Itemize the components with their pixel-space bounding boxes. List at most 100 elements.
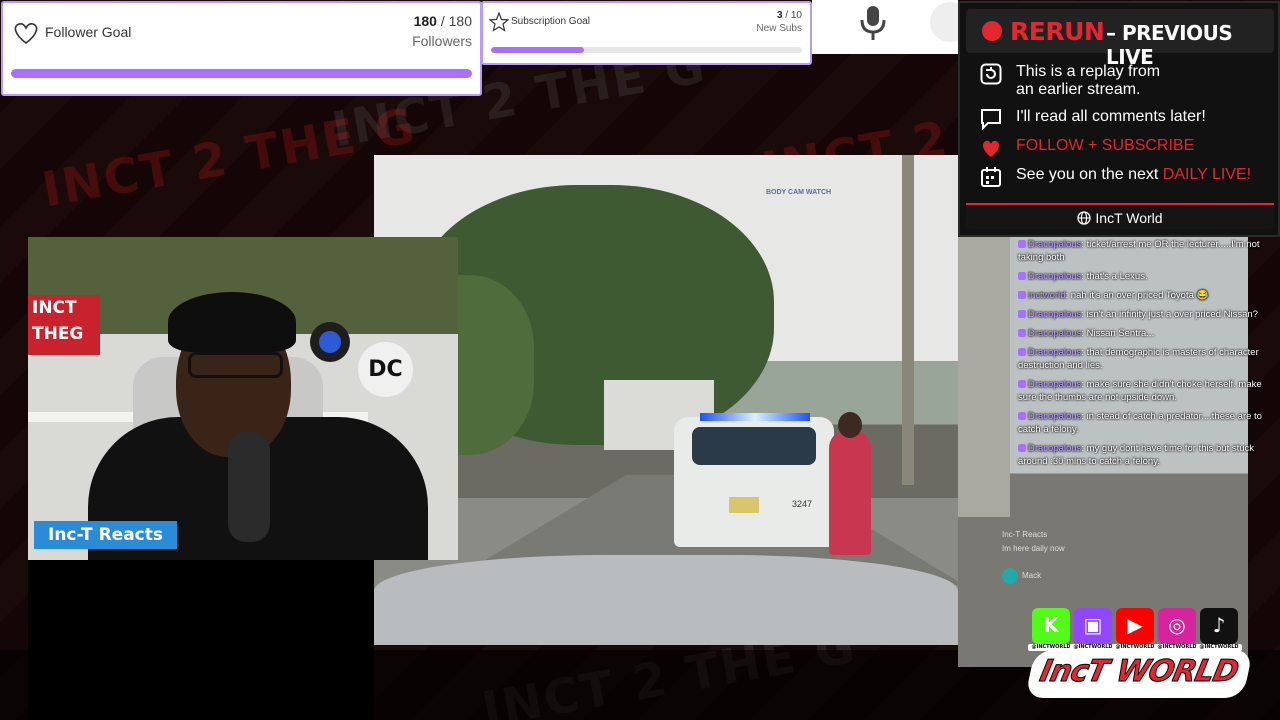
- chat-ghost-item: Mack: [1002, 568, 1122, 584]
- rerun-title: RERUN: [1010, 17, 1105, 46]
- chat-message: Dracopalous: isn't an infinity just a ov…: [1018, 308, 1280, 321]
- video-person: [829, 412, 871, 555]
- chat-message: Dracopalous: make sure she didn't choke …: [1018, 379, 1262, 403]
- subscription-goal-widget: Subscription Goal 3 / 10 New Subs: [481, 1, 812, 65]
- live-dot-icon: [982, 21, 1002, 41]
- sub-badge-icon: [1018, 329, 1026, 337]
- chat-username: Dracopalous: [1028, 411, 1082, 422]
- inct-world-logo: IncT WORLD: [1024, 650, 1254, 698]
- chat-text: that's a Lexus.: [1086, 271, 1148, 282]
- follower-goal-title: Follower Goal: [45, 24, 132, 40]
- browser-strip: [812, 0, 970, 54]
- rerun-replay-row: This is a replay from an earlier stream.: [976, 63, 1276, 103]
- chat-message: Dracopalous: ticket/arrest me OR the lec…: [1018, 239, 1260, 263]
- calendar-icon: [981, 167, 1001, 187]
- car-hood: [374, 555, 958, 645]
- main-video[interactable]: 3247 BODY CAM WATCH: [374, 155, 958, 645]
- replay-icon: [980, 63, 1002, 85]
- social-icon: ▣: [1083, 613, 1103, 637]
- social-link[interactable]: ♪ @INCTWORLD: [1196, 608, 1242, 651]
- license-plate: [729, 497, 759, 513]
- comment-icon: [981, 109, 1001, 130]
- chat-message: Dracopalous: my guy dont have time for t…: [1018, 443, 1255, 467]
- rerun-footer-text: IncT World: [1095, 210, 1163, 226]
- rerun-line1a: This is a replay from: [1016, 63, 1161, 80]
- rerun-follow-row: FOLLOW + SUBSCRIBE: [976, 137, 1276, 159]
- streamer-tag: Inc-T Reacts: [34, 521, 177, 549]
- microphone: [228, 432, 270, 542]
- follower-goal-count: 180 / 180: [413, 13, 472, 29]
- rerun-subtitle: – PREVIOUS LIVE: [1106, 21, 1233, 69]
- chat-username: Dracopalous: [1028, 379, 1082, 390]
- social-link[interactable]: K @INCTWORLD: [1028, 608, 1074, 651]
- rerun-line4: See you on the next DAILY LIVE!: [1016, 166, 1252, 183]
- sub-badge-icon: [1018, 240, 1026, 248]
- social-links: K @INCTWORLD ▣ @INCTWORLD ▶ @INCTWORLD ◎ @INCTW…: [1028, 608, 1244, 651]
- subscription-goal-title: Subscription Goal: [511, 16, 590, 27]
- social-link[interactable]: ◎ @INCTWORLD: [1154, 608, 1200, 651]
- dc-logo: DC: [358, 342, 413, 397]
- heart-icon: [983, 140, 999, 157]
- chat-message: inctworld: nah it's an over priced Toyot…: [1018, 289, 1280, 302]
- rerun-footer: IncT World: [966, 203, 1274, 229]
- speaker: [310, 322, 350, 362]
- chat-username: Dracopalous: [1028, 239, 1082, 250]
- chat-username: Dracopalous: [1028, 347, 1082, 358]
- rerun-header: RERUN – PREVIOUS LIVE: [966, 9, 1274, 69]
- rerun-comments-row: I'll read all comments later!: [976, 108, 1276, 130]
- social-icon: ▶: [1127, 613, 1143, 637]
- subscription-goal-count: 3 / 10: [776, 10, 802, 21]
- globe-icon: [1077, 211, 1092, 225]
- chat-text: nah it's an over priced Toyota 😂: [1070, 290, 1209, 301]
- video-watermark: BODY CAM WATCH: [766, 189, 832, 196]
- rerun-line1b: an earlier stream.: [1016, 81, 1141, 98]
- sub-badge-icon: [1018, 444, 1026, 452]
- sub-badge-icon: [1018, 272, 1026, 280]
- heart-icon: [14, 23, 38, 45]
- chat-ghost: Inc-T Reacts Im here daily now Mack: [1002, 530, 1122, 584]
- sub-badge-icon: [1018, 412, 1026, 420]
- social-icon: K: [1043, 613, 1059, 637]
- chat-message: Dracopalous: that demographic is masters…: [1018, 347, 1259, 371]
- sub-badge-icon: [1018, 380, 1026, 388]
- police-lights: [700, 413, 810, 421]
- follower-goal-progress: [11, 69, 472, 78]
- streamer-hair: [168, 292, 296, 352]
- chat-text: Nissan Sentra...: [1086, 328, 1155, 339]
- video-pole: [902, 155, 914, 485]
- social-icon: ◎: [1168, 613, 1186, 637]
- follower-goal-unit: Followers: [412, 33, 472, 49]
- follower-goal-widget: Follower Goal 180 / 180 Followers: [1, 1, 482, 96]
- rerun-schedule-row: See you on the next DAILY LIVE!: [976, 166, 1276, 188]
- chat-overlay: Dracopalous: ticket/arrest me OR the lec…: [1018, 238, 1280, 474]
- rerun-line2: I'll read all comments later!: [1016, 108, 1206, 125]
- police-car: 3247: [674, 413, 834, 547]
- chat-ghost-item: Im here daily now: [1002, 544, 1065, 553]
- sub-badge-icon: [1018, 348, 1026, 356]
- chat-username: Dracopalous: [1028, 443, 1082, 454]
- chat-message: Dracopalous: that's a Lexus.: [1018, 270, 1280, 283]
- chat-ghost-item: Inc-T Reacts: [1002, 530, 1048, 539]
- sub-badge-icon: [1018, 291, 1026, 299]
- chat-username: inctworld: [1028, 290, 1066, 301]
- avatar: [1002, 568, 1018, 584]
- car-number: 3247: [792, 499, 813, 509]
- subscription-goal-progress: [491, 47, 802, 53]
- sub-badge-icon: [1018, 310, 1026, 318]
- chat-username: Dracopalous: [1028, 328, 1082, 339]
- rerun-panel: RERUN – PREVIOUS LIVE This is a replay f…: [958, 1, 1280, 237]
- social-link[interactable]: ▶ @INCTWORLD: [1112, 608, 1158, 651]
- brand-sign: INCT THEG: [28, 295, 100, 355]
- chat-message: Dracopalous: in stead of catch a predato…: [1018, 411, 1262, 435]
- star-icon: [489, 12, 509, 32]
- chat-message: Dracopalous: Nissan Sentra...: [1018, 327, 1280, 340]
- social-link[interactable]: ▣ @INCTWORLD: [1070, 608, 1116, 651]
- webcam-feed: INCT THEG DC Inc-T Reacts: [28, 237, 458, 560]
- subscription-goal-unit: New Subs: [756, 23, 802, 34]
- chat-text: isn't an infinity just a over priced Nis…: [1086, 309, 1258, 320]
- microphone-icon[interactable]: [850, 4, 896, 44]
- glasses: [188, 352, 283, 378]
- social-icon: ♪: [1212, 613, 1226, 637]
- car-window: [692, 427, 816, 465]
- rerun-line3: FOLLOW + SUBSCRIBE: [1016, 137, 1195, 154]
